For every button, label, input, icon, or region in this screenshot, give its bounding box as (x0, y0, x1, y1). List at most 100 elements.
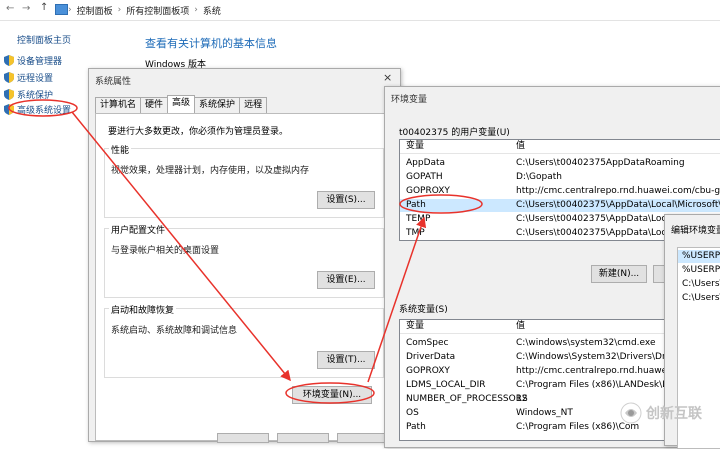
variable-name: GOPROXY (406, 186, 450, 196)
variable-name: DriverData (406, 352, 456, 362)
column-header-variable[interactable]: 变量 (406, 320, 424, 333)
path-entry: C:\Users\t (682, 279, 720, 289)
list-header: 变量 值 (400, 140, 720, 154)
system-properties-dialog: 系统属性 × 计算机名 硬件 高级 系统保护 远程 要进行大多数更改，你必须作为… (88, 68, 401, 443)
variable-value: C:\Users\t00402375AppDataRoaming (516, 158, 685, 168)
chevron-right-icon: › (117, 5, 122, 15)
variable-name: GOPATH (406, 172, 443, 182)
dialog-title: 系统属性 (95, 77, 132, 87)
list-item[interactable]: C:\Users\t (678, 292, 720, 305)
breadcrumb-item[interactable]: 所有控制面板项 (126, 4, 189, 17)
variable-name: Path (406, 422, 426, 432)
sidebar-item-advanced-settings[interactable]: 高级系统设置 (4, 103, 71, 116)
group-title: 用户配置文件 (109, 223, 168, 236)
variable-value: http://cmc.centralrepo.rnd.huawei.com/cb… (516, 186, 720, 196)
sidebar-item-remote-settings[interactable]: 远程设置 (4, 71, 53, 84)
up-button[interactable]: ↑ (40, 2, 48, 13)
tab-advanced[interactable]: 高级 (167, 95, 196, 113)
startup-recovery-settings-button[interactable]: 设置(T)... (317, 351, 375, 369)
tab-panel-advanced: 要进行大多数更改，你必须作为管理员登录。 性能 视觉效果，处理器计划，内存使用，… (95, 113, 395, 441)
variable-name: Path (406, 200, 426, 210)
environment-variables-button[interactable]: 环境变量(N)... (292, 386, 372, 404)
group-description: 与登录帐户相关的桌面设置 (111, 246, 220, 256)
control-panel-icon (55, 4, 68, 15)
variable-value: Windows_NT (516, 408, 573, 418)
chevron-right-icon: › (68, 5, 72, 15)
table-row-selected[interactable]: Path C:\Users\t00402375\AppData\Local\Mic… (400, 199, 720, 212)
watermark-logo: 创新互联 (620, 402, 702, 424)
logo-icon (620, 402, 642, 424)
sidebar-item-device-manager[interactable]: 设备管理器 (4, 54, 62, 67)
user-profiles-group: 用户配置文件 与登录帐户相关的桌面设置 设置(E)... (104, 223, 384, 298)
startup-recovery-group: 启动和故障恢复 系统启动、系统故障和调试信息 设置(T)... (104, 303, 384, 378)
system-variables-label: 系统变量(S) (399, 305, 448, 315)
path-entry: %USERPR (682, 251, 720, 261)
variable-value: 12 (516, 394, 528, 404)
forward-button[interactable]: → (22, 3, 30, 14)
page-title: 查看有关计算机的基本信息 (145, 37, 277, 50)
variable-name: NUMBER_OF_PROCESSORS (406, 394, 528, 404)
admin-note: 要进行大多数更改，你必须作为管理员登录。 (108, 127, 289, 137)
variable-name: GOPROXY (406, 366, 450, 376)
column-header-value[interactable]: 值 (516, 140, 525, 153)
tab-hardware[interactable]: 硬件 (140, 97, 169, 113)
group-title: 启动和故障恢复 (109, 303, 177, 316)
user-variables-label: t00402375 的用户变量(U) (399, 128, 510, 138)
variable-value: C:\Users\t00402375\AppData\Local\Microso… (516, 200, 720, 210)
sidebar-item-label: 远程设置 (17, 74, 54, 84)
variable-value: C:\windows\system32\cmd.exe (516, 338, 656, 348)
back-button[interactable]: ← (6, 3, 14, 14)
variable-name: LDMS_LOCAL_DIR (406, 380, 486, 390)
shield-icon (4, 104, 14, 115)
ok-button[interactable] (217, 433, 269, 443)
close-icon[interactable]: × (383, 71, 392, 84)
variable-value: D:\Gopath (516, 172, 562, 182)
table-row[interactable]: GOPROXY http://cmc.centralrepo.rnd.huawei… (400, 185, 720, 198)
group-title: 性能 (109, 143, 132, 156)
column-header-value[interactable]: 值 (516, 320, 525, 333)
performance-settings-button[interactable]: 设置(S)... (317, 191, 375, 209)
variable-name: OS (406, 408, 419, 418)
tab-remote[interactable]: 远程 (239, 97, 268, 113)
sidebar-item-system-protection[interactable]: 系统保护 (4, 88, 53, 101)
performance-group: 性能 视觉效果，处理器计划，内存使用，以及虚拟内存 设置(S)... (104, 143, 384, 218)
shield-icon (4, 72, 14, 83)
column-header-variable[interactable]: 变量 (406, 140, 424, 153)
list-item[interactable]: C:\Users\t (678, 278, 720, 291)
watermark-text: 创新互联 (646, 406, 702, 422)
shield-icon (4, 89, 14, 100)
variable-value: C:\Users\t00402375\AppData\Local\Te (516, 228, 687, 238)
list-item[interactable]: %USERPR (678, 250, 720, 263)
variable-name: TMP (406, 228, 425, 238)
sidebar-item-label: 系统保护 (17, 91, 54, 101)
table-row[interactable]: AppData C:\Users\t00402375AppDataRoaming (400, 157, 720, 170)
breadcrumb-item[interactable]: 系统 (203, 4, 221, 17)
user-profiles-settings-button[interactable]: 设置(E)... (317, 271, 375, 289)
tab-system-protection[interactable]: 系统保护 (194, 97, 241, 113)
variable-name: ComSpec (406, 338, 449, 348)
tab-computer-name[interactable]: 计算机名 (95, 97, 142, 113)
apply-button[interactable] (337, 433, 389, 443)
sidebar-item-label: 设备管理器 (17, 57, 63, 67)
variable-value: C:\Users\t00402375\AppData\Local\Te (516, 214, 687, 224)
shield-icon (4, 55, 14, 66)
breadcrumb: › 控制面板 › 所有控制面板项 › 系统 (68, 3, 221, 17)
tab-strip: 计算机名 硬件 高级 系统保护 远程 (95, 95, 268, 113)
breadcrumb-item[interactable]: 控制面板 (77, 4, 113, 17)
cancel-button[interactable] (277, 433, 329, 443)
sidebar-item-label: 高级系统设置 (17, 106, 72, 116)
list-item[interactable]: %USERPR (678, 264, 720, 277)
dialog-title: 环境变量 (391, 95, 428, 105)
address-bar: ← → ↑ › 控制面板 › 所有控制面板项 › 系统 (0, 0, 720, 21)
path-entry: C:\Users\t (682, 293, 720, 303)
variable-name: AppData (406, 158, 446, 168)
new-user-variable-button[interactable]: 新建(N)... (591, 265, 647, 283)
group-description: 系统启动、系统故障和调试信息 (111, 326, 238, 336)
control-panel-home-link[interactable]: 控制面板主页 (17, 33, 71, 46)
chevron-right-icon: › (194, 5, 198, 15)
variable-name: TEMP (406, 214, 431, 224)
path-entry: %USERPR (682, 265, 720, 275)
table-row[interactable]: GOPATH D:\Gopath (400, 171, 720, 184)
dialog-title: 编辑环境变量 (671, 226, 720, 236)
group-description: 视觉效果，处理器计划，内存使用，以及虚拟内存 (111, 166, 310, 176)
